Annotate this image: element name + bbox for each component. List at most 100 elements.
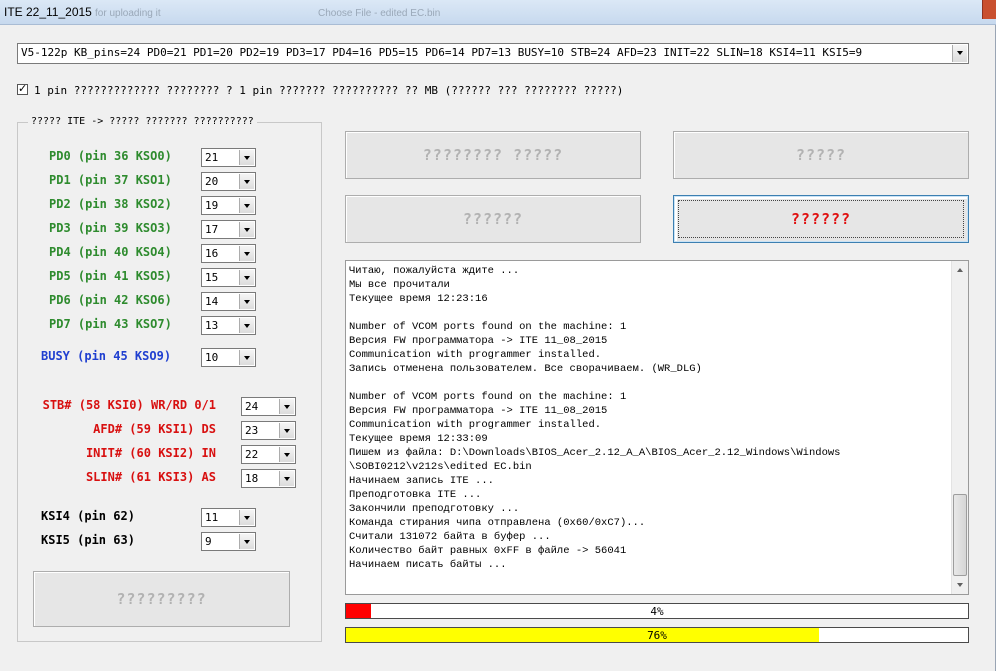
log-lines: Читаю, пожалуйста ждите ... Мы все прочит… [349,264,949,572]
log-line: Запись отменена пользователем. Все свора… [349,363,702,375]
pd0-label: PD0 (pin 36 KSO0) [49,149,172,163]
pd2-label: PD2 (pin 38 KSO2) [49,197,172,211]
pd0-select[interactable]: 21 [201,148,256,167]
pd3-select[interactable]: 17 [201,220,256,239]
focus-rect [678,200,964,238]
pd7-select[interactable]: 13 [201,316,256,335]
afd-value: 23 [245,424,259,437]
action-button-middle-left[interactable]: ?????? [345,195,641,243]
close-button[interactable] [982,0,996,19]
log-output[interactable]: Читаю, пожалуйста ждите ... Мы все прочит… [345,260,969,595]
log-line: Пишем из файла: D:\Downloads\BIOS_Acer_2… [349,447,841,459]
progress-bar-1-text: 4% [650,605,664,618]
init-value: 22 [245,448,259,461]
stb-select[interactable]: 24 [241,397,296,416]
chevron-down-icon[interactable] [239,318,254,333]
log-line: Number of VCOM ports found on the machin… [349,391,627,403]
cancel-button[interactable]: ?????? [673,195,969,243]
progress-bar-2: 76% [345,627,969,643]
config-select[interactable]: V5-122p KB_pins=24 PD0=21 PD1=20 PD2=19 … [17,43,969,64]
chevron-down-icon[interactable] [239,510,254,525]
chevron-down-icon[interactable] [279,471,294,486]
pd4-select[interactable]: 16 [201,244,256,263]
pd2-value: 19 [205,199,219,212]
busy-value: 10 [205,351,219,364]
chevron-down-icon[interactable] [279,423,294,438]
log-line: Начинаем писать байты ... [349,559,507,571]
chevron-down-icon[interactable] [239,222,254,237]
pd1-label: PD1 (pin 37 KSO1) [49,173,172,187]
log-line: Количество байт равных 0xFF в файле -> 5… [349,545,627,557]
progress-bar-1: 4% [345,603,969,619]
busy-select[interactable]: 10 [201,348,256,367]
read-button-label: ???????? ????? [422,146,564,164]
apply-pins-button[interactable]: ????????? [33,571,290,627]
pd5-value: 15 [205,271,219,284]
window-title: ITE 22_11_2015 [4,5,92,19]
scroll-down-icon[interactable] [952,577,968,594]
pd0-value: 21 [205,151,219,164]
pd5-select[interactable]: 15 [201,268,256,287]
chevron-down-icon[interactable] [239,174,254,189]
chevron-down-icon[interactable] [239,534,254,549]
background-window-text: Choose File - edited EC.bin [318,8,441,19]
one-pin-checkbox-label: 1 pin ????????????? ???????? ? 1 pin ???… [34,84,624,97]
scroll-thumb[interactable] [953,494,967,576]
apply-pins-button-label: ????????? [116,590,207,608]
log-line: Преподготовка ITE ... [349,489,482,501]
pd7-value: 13 [205,319,219,332]
log-line: Текущее время 12:23:16 [349,293,488,305]
pd7-label: PD7 (pin 43 KSO7) [49,317,172,331]
log-line: Мы все прочитали [349,279,450,291]
chevron-down-icon[interactable] [279,447,294,462]
afd-select[interactable]: 23 [241,421,296,440]
chevron-down-icon[interactable] [239,270,254,285]
action-button-top-right-label: ????? [795,146,847,164]
stb-label: STB# (58 KSI0) WR/RD 0/1 [42,398,216,412]
chevron-down-icon[interactable] [279,399,294,414]
pd4-value: 16 [205,247,219,260]
busy-label: BUSY (pin 45 KSO9) [41,349,172,363]
progress-bar-2-text: 76% [647,629,667,642]
log-line: \SOBI0212\v212s\edited EC.bin [349,461,532,473]
chevron-down-icon[interactable] [239,294,254,309]
log-line: Communication with programmer installed. [349,419,602,431]
log-line: Версия FW программатора -> ITE 11_08_201… [349,335,608,347]
log-line: Начинаем запись ITE ... [349,475,494,487]
read-button[interactable]: ???????? ????? [345,131,641,179]
pin-mapping-legend: ????? ITE -> ????? ??????? ?????????? [28,116,257,127]
one-pin-checkbox[interactable] [17,82,28,95]
init-select[interactable]: 22 [241,445,296,464]
ksi5-select[interactable]: 9 [201,532,256,551]
ksi5-label: KSI5 (pin 63) [41,533,135,547]
pd3-label: PD3 (pin 39 KSO3) [49,221,172,235]
pd2-select[interactable]: 19 [201,196,256,215]
chevron-down-icon[interactable] [952,45,967,62]
chevron-down-icon[interactable] [239,350,254,365]
pd1-select[interactable]: 20 [201,172,256,191]
log-line: Communication with programmer installed. [349,349,602,361]
ksi4-label: KSI4 (pin 62) [41,509,135,523]
title-bar: ITE 22_11_2015 for uploading it Choose F… [0,0,996,25]
pd5-label: PD5 (pin 41 KSO5) [49,269,172,283]
log-line: Закончили преподготовку ... [349,503,520,515]
slin-select[interactable]: 18 [241,469,296,488]
action-button-top-right[interactable]: ????? [673,131,969,179]
log-line: Считали 131072 байта в буфер ... [349,531,551,543]
scroll-up-icon[interactable] [952,261,968,278]
chevron-down-icon[interactable] [239,150,254,165]
slin-value: 18 [245,472,259,485]
init-label: INIT# (60 KSI2) IN [85,446,216,460]
ksi4-select[interactable]: 11 [201,508,256,527]
afd-label: AFD# (59 KSI1) DS [93,422,216,436]
log-line: Команда стирания чипа отправлена (0x60/0… [349,517,646,529]
stb-value: 24 [245,400,259,413]
chevron-down-icon[interactable] [239,246,254,261]
one-pin-option[interactable]: 1 pin ????????????? ???????? ? 1 pin ???… [17,82,624,97]
pd6-value: 14 [205,295,219,308]
log-scrollbar[interactable] [951,261,968,594]
chevron-down-icon[interactable] [239,198,254,213]
pd6-select[interactable]: 14 [201,292,256,311]
